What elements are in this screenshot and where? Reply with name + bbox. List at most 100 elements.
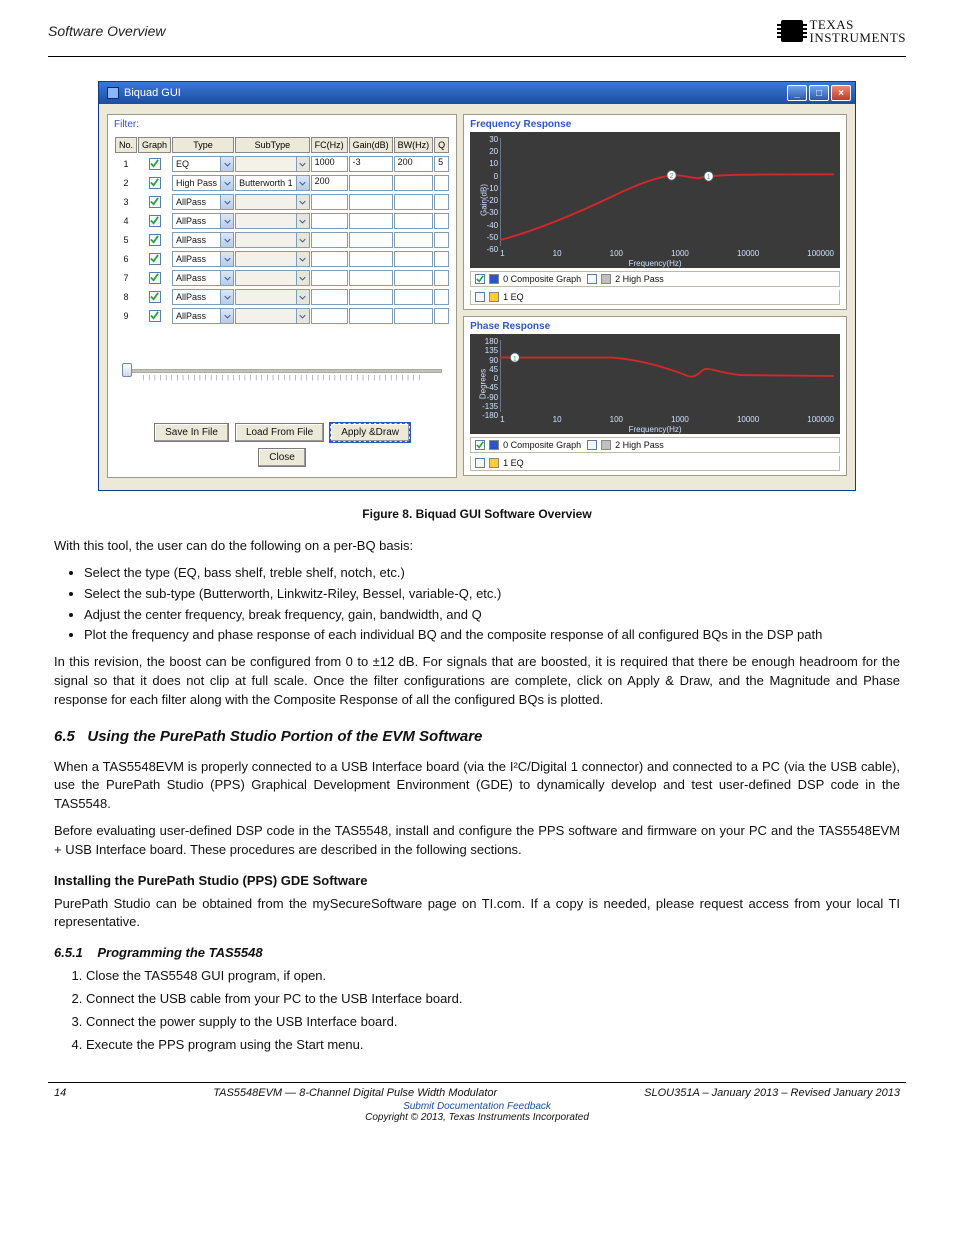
legend-checkbox[interactable] xyxy=(587,274,597,284)
fc-input[interactable] xyxy=(311,194,348,210)
chevron-down-icon xyxy=(220,157,233,171)
q-input[interactable] xyxy=(434,289,449,305)
fc-input[interactable]: 1000 xyxy=(311,156,348,172)
svg-text:2: 2 xyxy=(670,173,674,180)
type-select[interactable]: AllPass xyxy=(172,251,234,267)
gain-input[interactable] xyxy=(349,194,393,210)
legend-item[interactable]: 0 Composite Graph xyxy=(475,274,581,284)
type-select[interactable]: AllPass xyxy=(172,289,234,305)
save-button[interactable]: Save In File xyxy=(154,423,229,442)
type-select[interactable]: EQ xyxy=(172,156,234,172)
bw-input[interactable] xyxy=(394,308,434,324)
bw-input[interactable] xyxy=(394,175,434,191)
svg-text:1: 1 xyxy=(707,174,711,181)
type-select[interactable]: High Pass xyxy=(172,175,234,191)
graph-checkbox[interactable] xyxy=(149,177,161,189)
fc-input[interactable]: 200 xyxy=(311,175,348,191)
page-header: Software Overview TEXAS INSTRUMENTS xyxy=(0,0,954,52)
svg-text:1: 1 xyxy=(513,355,517,362)
fc-input[interactable] xyxy=(311,308,348,324)
legend-item[interactable]: 1 EQ xyxy=(475,458,524,468)
gain-input[interactable] xyxy=(349,251,393,267)
slider-thumb-icon[interactable] xyxy=(122,363,132,377)
pps-paragraph-1: When a TAS5548EVM is properly connected … xyxy=(54,758,900,815)
bw-input[interactable] xyxy=(394,232,434,248)
legend-checkbox[interactable] xyxy=(587,440,597,450)
install-paragraph: PurePath Studio can be obtained from the… xyxy=(54,895,900,933)
axis-tick: 10 xyxy=(553,249,562,258)
bw-input[interactable] xyxy=(394,270,434,286)
graph-checkbox[interactable] xyxy=(149,215,161,227)
filter-row: 2High PassButterworth 1200 xyxy=(115,175,449,191)
app-icon xyxy=(107,87,119,99)
chevron-down-icon xyxy=(220,290,233,304)
graph-checkbox[interactable] xyxy=(149,234,161,246)
apply-draw-button[interactable]: Apply &Draw xyxy=(330,423,410,442)
q-input[interactable] xyxy=(434,232,449,248)
bw-input[interactable] xyxy=(394,289,434,305)
legend-item[interactable]: 2 High Pass xyxy=(587,274,664,284)
subtype-select[interactable]: Butterworth 1 xyxy=(235,175,310,191)
q-input[interactable] xyxy=(434,308,449,324)
type-select[interactable]: AllPass xyxy=(172,270,234,286)
col-header-fc: FC(Hz) xyxy=(311,137,348,153)
list-item: Connect the USB cable from your PC to th… xyxy=(86,990,900,1009)
list-item: Select the sub-type (Butterworth, Linkwi… xyxy=(84,585,900,604)
graph-checkbox[interactable] xyxy=(149,310,161,322)
steps-list: Close the TAS5548 GUI program, if open. C… xyxy=(54,967,900,1054)
graph-checkbox[interactable] xyxy=(149,272,161,284)
type-select[interactable]: AllPass xyxy=(172,232,234,248)
axis-tick: 10 xyxy=(553,415,562,424)
load-button[interactable]: Load From File xyxy=(235,423,324,442)
type-select[interactable]: AllPass xyxy=(172,194,234,210)
gain-input[interactable] xyxy=(349,175,393,191)
bw-input[interactable]: 200 xyxy=(394,156,434,172)
legend-item[interactable]: 1 EQ xyxy=(475,292,524,302)
list-item: Close the TAS5548 GUI program, if open. xyxy=(86,967,900,986)
fc-input[interactable] xyxy=(311,289,348,305)
bw-input[interactable] xyxy=(394,251,434,267)
q-input[interactable] xyxy=(434,270,449,286)
chevron-down-icon xyxy=(296,271,309,285)
gain-input[interactable] xyxy=(349,270,393,286)
type-select[interactable]: AllPass xyxy=(172,308,234,324)
legend-item[interactable]: 0 Composite Graph xyxy=(475,440,581,450)
fc-input[interactable] xyxy=(311,213,348,229)
legend-checkbox[interactable] xyxy=(475,274,485,284)
fc-input[interactable] xyxy=(311,251,348,267)
fc-input[interactable] xyxy=(311,232,348,248)
graph-checkbox[interactable] xyxy=(149,158,161,170)
legend-checkbox[interactable] xyxy=(475,458,485,468)
legend-checkbox[interactable] xyxy=(475,440,485,450)
close-button[interactable]: Close xyxy=(258,448,306,467)
close-window-button[interactable]: × xyxy=(831,85,851,101)
list-item: Plot the frequency and phase response of… xyxy=(84,626,900,645)
minimize-button[interactable]: _ xyxy=(787,85,807,101)
list-item: Connect the power supply to the USB Inte… xyxy=(86,1013,900,1032)
gain-slider[interactable]: | | | | | | | | | | | | | | | | | | | | … xyxy=(122,363,442,393)
graph-checkbox[interactable] xyxy=(149,253,161,265)
filter-row: 6AllPass xyxy=(115,251,449,267)
maximize-button[interactable]: □ xyxy=(809,85,829,101)
q-input[interactable] xyxy=(434,175,449,191)
gain-input[interactable] xyxy=(349,308,393,324)
legend-item[interactable]: 2 High Pass xyxy=(587,440,664,450)
gain-input[interactable] xyxy=(349,289,393,305)
type-select[interactable]: AllPass xyxy=(172,213,234,229)
q-input[interactable] xyxy=(434,251,449,267)
bw-input[interactable] xyxy=(394,213,434,229)
fc-input[interactable] xyxy=(311,270,348,286)
bw-input[interactable] xyxy=(394,194,434,210)
axis-tick: -90 xyxy=(474,394,498,402)
graph-checkbox[interactable] xyxy=(149,291,161,303)
graph-checkbox[interactable] xyxy=(149,196,161,208)
legend-checkbox[interactable] xyxy=(475,292,485,302)
q-input[interactable] xyxy=(434,213,449,229)
axis-tick: 100 xyxy=(610,415,623,424)
gain-input[interactable]: -3 xyxy=(349,156,393,172)
gain-input[interactable] xyxy=(349,232,393,248)
q-input[interactable] xyxy=(434,194,449,210)
footer-feedback-link[interactable]: Submit Documentation Feedback xyxy=(403,1101,551,1112)
q-input[interactable]: 5 xyxy=(434,156,449,172)
gain-input[interactable] xyxy=(349,213,393,229)
